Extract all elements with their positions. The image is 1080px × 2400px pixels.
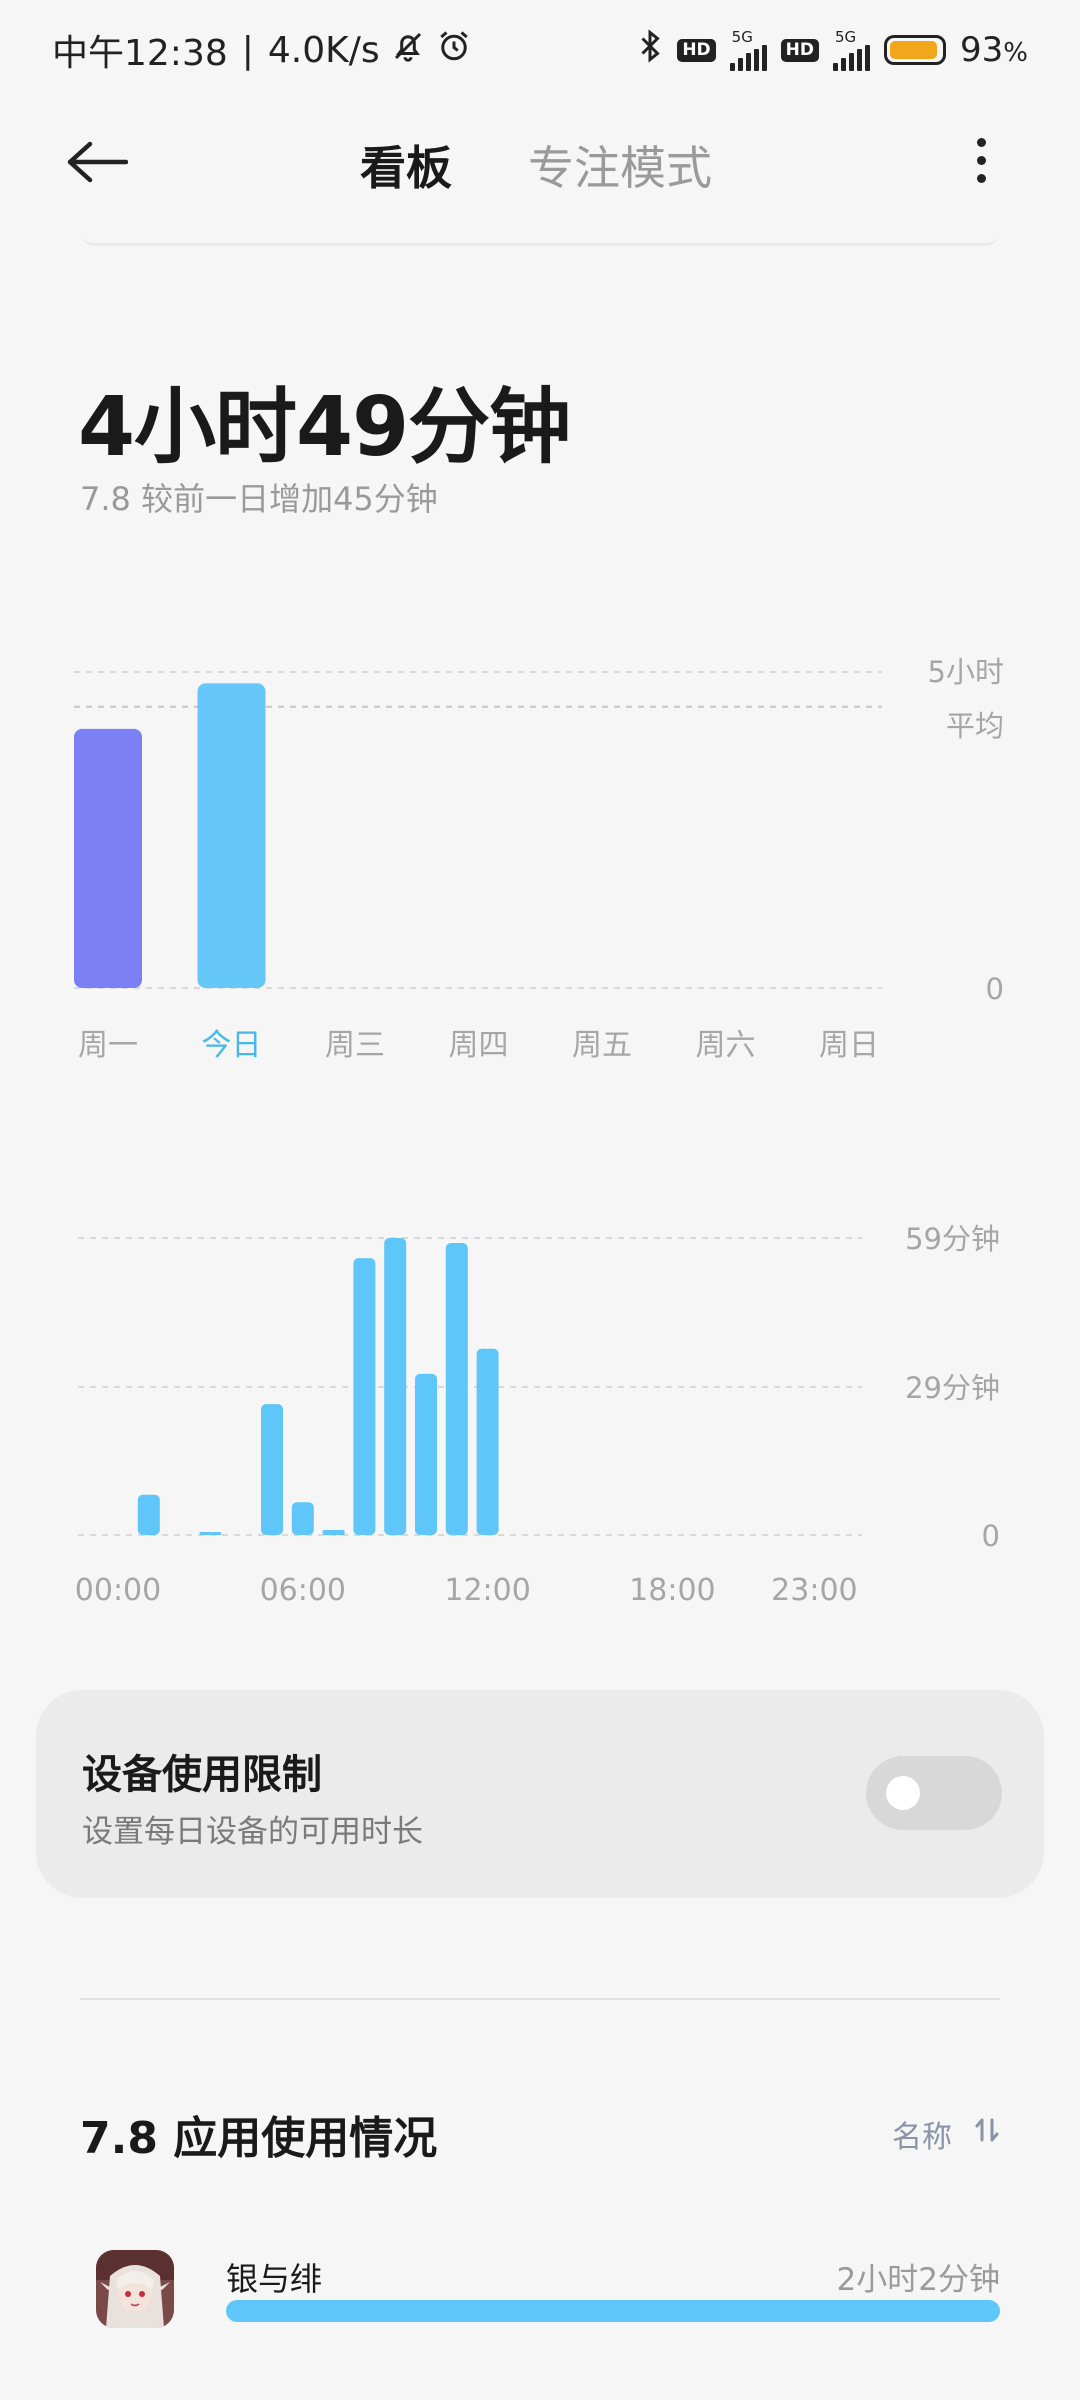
menu-dot <box>976 137 986 147</box>
signal-sim2: 5G <box>833 27 871 71</box>
weekly-x-label: 周五 <box>572 1028 632 1063</box>
hd-badge-sim2: HD <box>780 38 820 62</box>
device-limit-card[interactable]: 设备使用限制 设置每日设备的可用时长 <box>36 1690 1044 1898</box>
app-usage-bar <box>226 2300 1000 2322</box>
menu-dot <box>976 155 986 165</box>
alarm-icon <box>436 28 472 73</box>
tab-dashboard[interactable]: 看板 <box>360 132 452 198</box>
weekly-x-label: 周三 <box>325 1028 385 1063</box>
device-limit-subtitle: 设置每日设备的可用时长 <box>82 1814 423 1850</box>
toggle-knob <box>886 1776 920 1810</box>
signal-bars-icon <box>833 44 871 71</box>
tab-focus-mode[interactable]: 专注模式 <box>528 132 712 198</box>
network-type-sim2: 5G <box>835 27 857 46</box>
status-bar: 中午12:38 | 4.0K/s HD 5G HD 5G 93% <box>0 0 1080 100</box>
usage-comparison: 7.8 较前一日增加45分钟 <box>80 480 438 518</box>
weekly-x-label: 周一 <box>78 1028 138 1063</box>
hourly-bar-5[interactable] <box>261 1404 283 1535</box>
hourly-bar-7[interactable] <box>322 1529 345 1535</box>
weekly-bar-0[interactable] <box>74 728 142 988</box>
app-icon-yinyufei <box>96 2250 174 2328</box>
battery-percent: 93% <box>960 30 1028 70</box>
screen: 中午12:38 | 4.0K/s HD 5G HD 5G 93% 看板 专注模式… <box>0 0 1080 2400</box>
weekly-x-label: 周日 <box>819 1028 879 1063</box>
more-menu-button[interactable] <box>966 130 996 190</box>
battery-fill <box>890 41 937 59</box>
sort-by-name-button[interactable]: 名称 <box>892 2112 1000 2156</box>
total-usage-time: 4小时49分钟 <box>78 380 571 475</box>
status-time: 中午12:38 <box>52 33 228 74</box>
battery-percent-value: 93 <box>960 30 1004 70</box>
bell-muted-icon <box>390 28 426 73</box>
hourly-x-label: 12:00 <box>444 1573 530 1608</box>
app-list-item[interactable]: 银与绯 2小时2分钟 <box>0 2240 1080 2360</box>
bluetooth-icon <box>637 28 663 73</box>
weekly-x-label: 周四 <box>449 1028 509 1063</box>
status-separator: | <box>241 29 254 71</box>
status-left: 中午12:38 | 4.0K/s <box>52 24 472 76</box>
hd-badge-sim1: HD <box>677 38 716 62</box>
weekly-bar-1[interactable] <box>197 683 266 988</box>
weekly-y-top-label: 5小时 <box>928 655 1004 689</box>
device-limit-title: 设备使用限制 <box>82 1752 322 1798</box>
hourly-y-top-label: 59分钟 <box>905 1222 1000 1256</box>
hourly-bar-1[interactable] <box>137 1494 160 1535</box>
menu-dot <box>976 173 986 183</box>
header: 看板 专注模式 <box>0 110 1080 210</box>
hourly-usage-chart[interactable]: 59分钟 29分钟 0 00:00 06:00 12:00 18:00 23:00 <box>0 1200 1080 1630</box>
hourly-bar-9[interactable] <box>384 1238 407 1535</box>
hourly-bar-6[interactable] <box>291 1502 314 1535</box>
back-button[interactable] <box>66 134 146 190</box>
hourly-y-mid-label: 29分钟 <box>905 1371 1000 1405</box>
app-usage-bar-fill <box>226 2300 1000 2322</box>
device-limit-toggle[interactable] <box>866 1756 1002 1830</box>
battery-icon <box>884 35 947 65</box>
hourly-bar-8[interactable] <box>353 1258 376 1535</box>
collapsed-card-edge <box>80 232 1000 246</box>
weekly-y-zero-label: 0 <box>986 972 1004 1006</box>
hourly-bar-3[interactable] <box>199 1532 222 1535</box>
status-right: HD 5G HD 5G 93% <box>637 28 1028 73</box>
hourly-bar-10[interactable] <box>415 1373 437 1535</box>
weekly-x-label: 周六 <box>696 1028 756 1063</box>
section-divider <box>80 1998 1000 2000</box>
app-usage-title: 7.8 应用使用情况 <box>80 2113 438 2164</box>
hourly-bar-11[interactable] <box>445 1243 468 1535</box>
weekly-x-label: 今日 <box>202 1028 262 1063</box>
hourly-y-zero-label: 0 <box>982 1519 1000 1553</box>
weekly-usage-chart[interactable]: 5小时 平均 0 周一 今日 周三 周四 周五 周六 周日 <box>0 640 1080 1080</box>
hourly-x-label: 23:00 <box>771 1573 857 1608</box>
hourly-x-label: 18:00 <box>629 1573 715 1608</box>
app-name: 银与绯 <box>226 2260 323 2298</box>
signal-bars-icon <box>729 44 767 71</box>
sort-label: 名称 <box>892 2120 952 2155</box>
sort-arrows-icon <box>974 2116 1000 2152</box>
hourly-x-label: 06:00 <box>260 1573 346 1608</box>
hourly-bar-12[interactable] <box>476 1348 499 1535</box>
weekly-average-label: 平均 <box>946 709 1004 743</box>
battery-percent-unit: % <box>1003 38 1028 68</box>
signal-sim1: 5G <box>729 27 767 71</box>
back-arrow-icon <box>67 141 128 183</box>
app-duration: 2小时2分钟 <box>836 2262 1000 2298</box>
hourly-x-label: 00:00 <box>75 1573 161 1608</box>
network-type-sim1: 5G <box>731 27 753 46</box>
net-speed: 4.0K/s <box>267 29 380 71</box>
